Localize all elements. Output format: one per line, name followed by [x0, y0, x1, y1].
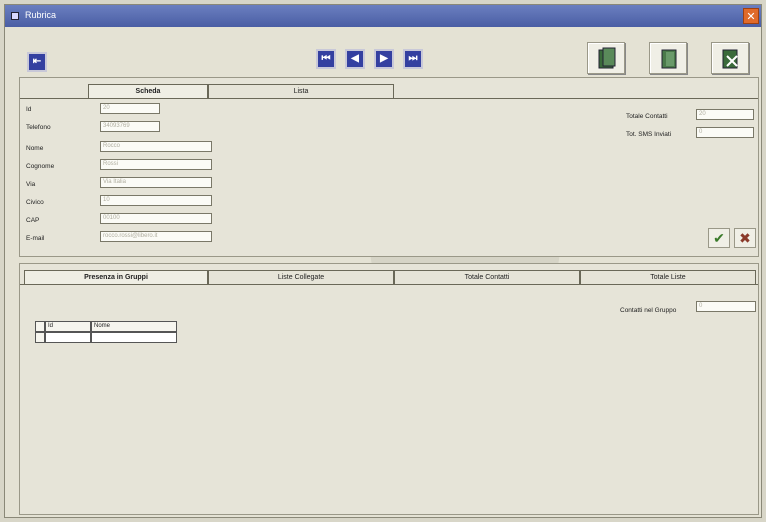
field-label-via: Via — [26, 181, 36, 188]
cognome-field[interactable]: Rossi — [100, 159, 212, 170]
contatti-gruppo-label: Contatti nel Gruppo — [620, 307, 677, 314]
grid-cell-nome[interactable] — [91, 332, 177, 343]
tab-totale-contatti[interactable]: Totale Contatti — [394, 270, 580, 284]
edit-record-icon — [661, 49, 677, 69]
next-record-button[interactable]: ▶ — [374, 49, 394, 69]
grid-header-nome[interactable]: Nome — [91, 321, 177, 332]
tab-presenza-gruppi[interactable]: Presenza in Gruppi — [24, 270, 208, 284]
cancel-icon: ✖ — [739, 230, 751, 246]
confirm-button[interactable]: ✔ — [708, 228, 730, 248]
next-record-icon: ▶ — [380, 53, 388, 64]
tab-divider — [20, 284, 758, 285]
field-label-nome: Nome — [26, 145, 44, 152]
main-window: Rubrica ✕ ⇤ ⏮ ◀ ▶ ⏭ Scheda Lista Id 20 T… — [4, 4, 762, 518]
civico-field[interactable]: 10 — [100, 195, 212, 206]
new-record-icon — [598, 47, 616, 69]
grid-header-id[interactable]: Id — [45, 321, 91, 332]
title-bar: Rubrica ✕ — [5, 5, 761, 27]
tab-totale-liste[interactable]: Totale Liste — [580, 270, 756, 284]
cancel-button[interactable]: ✖ — [734, 228, 756, 248]
via-field[interactable]: Via Italia — [100, 177, 212, 188]
groups-grid[interactable]: Id Nome — [35, 321, 177, 343]
window-title: Rubrica — [25, 10, 57, 20]
exit-button[interactable]: ⇤ — [27, 52, 47, 72]
exit-icon: ⇤ — [32, 56, 42, 67]
previous-record-icon: ◀ — [351, 53, 359, 64]
last-record-icon: ⏭ — [408, 53, 418, 64]
totale-contatti-label: Totale Contatti — [626, 113, 668, 120]
app-icon — [11, 12, 19, 20]
first-record-button[interactable]: ⏮ — [316, 49, 336, 69]
tab-divider — [20, 98, 758, 99]
tot-sms-label: Tot. SMS Inviati — [626, 131, 672, 138]
field-label-telefono: Telefono — [26, 124, 51, 131]
previous-record-button[interactable]: ◀ — [345, 49, 365, 69]
tab-scheda[interactable]: Scheda — [88, 84, 208, 98]
scheda-panel: Scheda Lista Id 20 Telefono 34093769 Nom… — [19, 77, 759, 257]
totale-contatti-field[interactable]: 20 — [696, 109, 754, 120]
delete-record-icon — [722, 49, 738, 69]
last-record-button[interactable]: ⏭ — [403, 49, 423, 69]
first-record-icon: ⏮ — [321, 53, 331, 64]
field-label-cap: CAP — [26, 217, 40, 224]
grid-corner — [35, 321, 45, 332]
edit-record-button[interactable] — [649, 42, 687, 74]
delete-record-button[interactable] — [711, 42, 749, 74]
email-field[interactable]: rocco.rossi@libero.it — [100, 231, 212, 242]
cap-field[interactable]: 00100 — [100, 213, 212, 224]
tab-lista[interactable]: Lista — [208, 84, 394, 98]
field-label-id: Id — [26, 106, 32, 113]
field-label-civico: Civico — [26, 199, 44, 206]
nome-field[interactable]: Rocco — [100, 141, 212, 152]
grid-cell-id[interactable] — [45, 332, 91, 343]
tab-liste-collegate[interactable]: Liste Collegate — [208, 270, 394, 284]
new-record-button[interactable] — [587, 42, 625, 74]
field-label-email: E-mail — [26, 235, 45, 242]
close-button[interactable]: ✕ — [743, 8, 759, 24]
field-label-cognome: Cognome — [26, 163, 55, 170]
close-icon: ✕ — [746, 11, 756, 23]
id-field[interactable]: 20 — [100, 103, 160, 114]
grid-row-marker — [35, 332, 45, 343]
tot-sms-field[interactable]: 0 — [696, 127, 754, 138]
telefono-field[interactable]: 34093769 — [100, 121, 160, 132]
checkmark-icon: ✔ — [713, 230, 725, 246]
contatti-gruppo-field[interactable]: 0 — [696, 301, 756, 312]
relations-panel: Presenza in Gruppi Liste Collegate Total… — [19, 263, 759, 515]
